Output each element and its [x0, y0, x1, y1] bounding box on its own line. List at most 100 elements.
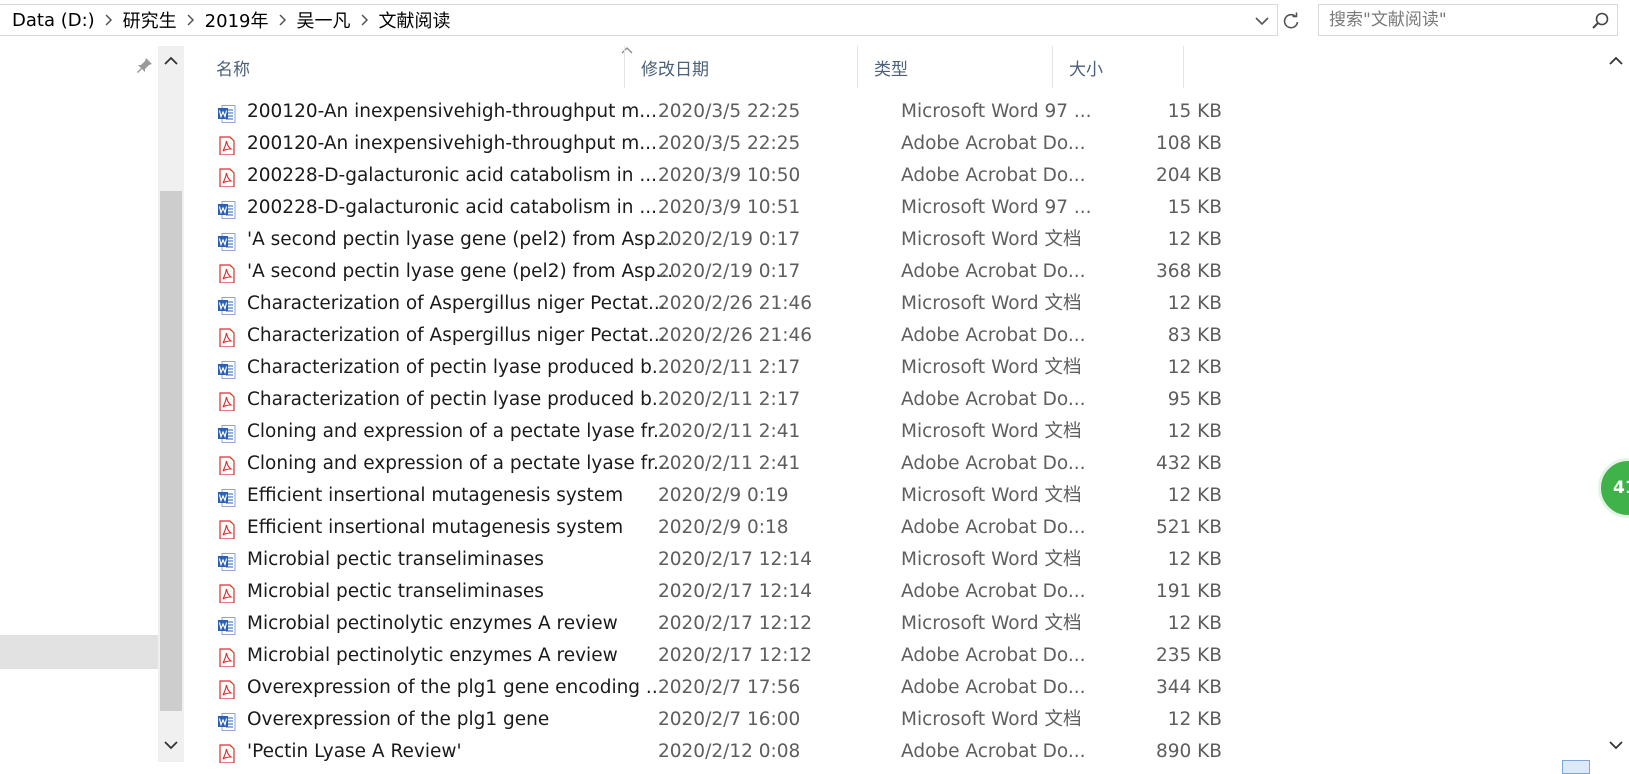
pdf-icon — [217, 519, 237, 539]
word-doc-icon — [217, 103, 237, 123]
file-row[interactable]: Efficient insertional mutagenesis system… — [200, 512, 1232, 544]
word-doc-icon — [217, 295, 237, 315]
file-type: Microsoft Word 文档 — [901, 421, 1082, 442]
file-type: Microsoft Word 文档 — [901, 613, 1082, 634]
search-box[interactable] — [1318, 4, 1618, 36]
file-list: 200120-An inexpensivehigh-throughput m..… — [200, 96, 1232, 768]
chevron-up-icon[interactable] — [1607, 52, 1625, 70]
file-size: 12 KB — [1167, 549, 1222, 570]
file-row[interactable]: Microbial pectinolytic enzymes A review 2… — [200, 640, 1232, 672]
breadcrumb: Data (D:) 研究生 2019年 吴一凡 文献阅读 — [12, 5, 450, 35]
file-row[interactable]: 'Pectin Lyase A Review' 2020/2/12 0:08 Ado… — [200, 736, 1232, 768]
breadcrumb-item[interactable]: 2019年 — [205, 7, 269, 33]
file-size: 12 KB — [1167, 421, 1222, 442]
file-date-modified: 2020/2/12 0:08 — [658, 741, 801, 762]
column-header-name[interactable]: 名称 — [200, 46, 624, 88]
file-date-modified: 2020/2/7 16:00 — [658, 709, 801, 730]
word-doc-icon — [217, 487, 237, 507]
address-bar[interactable]: Data (D:) 研究生 2019年 吴一凡 文献阅读 — [0, 4, 1299, 36]
file-size: 12 KB — [1167, 485, 1222, 506]
file-date-modified: 2020/2/26 21:46 — [658, 325, 813, 346]
file-row[interactable]: Characterization of pectin lyase produce… — [200, 384, 1232, 416]
pdf-icon — [217, 167, 237, 187]
pdf-icon — [217, 583, 237, 603]
pdf-icon — [217, 455, 237, 475]
breadcrumb-item[interactable]: 研究生 — [123, 7, 177, 33]
breadcrumb-item[interactable]: Data (D:) — [12, 10, 95, 31]
file-size: 191 KB — [1155, 581, 1222, 602]
file-row[interactable]: Cloning and expression of a pectate lyas… — [200, 416, 1232, 448]
file-row[interactable]: 200228-D-galacturonic acid catabolism in… — [200, 160, 1232, 192]
navigation-pane[interactable] — [0, 46, 158, 762]
file-row[interactable]: Microbial pectic transeliminases 2020/2/1… — [200, 576, 1232, 608]
pdf-icon — [217, 327, 237, 347]
file-row[interactable]: Cloning and expression of a pectate lyas… — [200, 448, 1232, 480]
file-size: 368 KB — [1155, 261, 1222, 282]
nav-item-selected[interactable] — [0, 635, 158, 669]
file-row[interactable]: Microbial pectinolytic enzymes A review 2… — [200, 608, 1232, 640]
file-date-modified: 2020/3/5 22:25 — [658, 133, 801, 154]
file-type: Microsoft Word 文档 — [901, 485, 1082, 506]
details-view-button[interactable] — [1562, 760, 1590, 774]
pin-icon[interactable] — [136, 56, 154, 74]
file-row[interactable]: 200120-An inexpensivehigh-throughput m..… — [200, 128, 1232, 160]
column-divider[interactable] — [1183, 46, 1184, 88]
search-input[interactable] — [1319, 5, 1579, 35]
refresh-icon[interactable] — [1281, 11, 1301, 31]
file-date-modified: 2020/2/7 17:56 — [658, 677, 801, 698]
pdf-icon — [217, 647, 237, 667]
file-type: Microsoft Word 文档 — [901, 549, 1082, 570]
file-date-modified: 2020/2/9 0:19 — [658, 485, 789, 506]
breadcrumb-item[interactable]: 吴一凡 — [296, 7, 350, 33]
file-row[interactable]: 'A second pectin lyase gene (pel2) from … — [200, 256, 1232, 288]
chevron-down-icon[interactable] — [162, 736, 180, 754]
file-type: Adobe Acrobat Do... — [901, 645, 1086, 666]
file-type: Adobe Acrobat Do... — [901, 325, 1086, 346]
file-row[interactable]: 200228-D-galacturonic acid catabolism in… — [200, 192, 1232, 224]
column-header-date[interactable]: 修改日期 — [625, 46, 857, 88]
file-type: Microsoft Word 文档 — [901, 357, 1082, 378]
breadcrumb-item[interactable]: 文献阅读 — [378, 7, 450, 33]
file-row[interactable]: 'A second pectin lyase gene (pel2) from … — [200, 224, 1232, 256]
file-row[interactable]: Overexpression of the plg1 gene 2020/2/7 … — [200, 704, 1232, 736]
file-row[interactable]: Microbial pectic transeliminases 2020/2/1… — [200, 544, 1232, 576]
search-icon[interactable] — [1591, 11, 1611, 31]
chevron-right-icon[interactable] — [95, 14, 123, 26]
file-type: Adobe Acrobat Do... — [901, 133, 1086, 154]
large-icons-view-button[interactable] — [1594, 760, 1618, 774]
file-type: Adobe Acrobat Do... — [901, 741, 1086, 762]
file-row[interactable]: Characterization of Aspergillus niger Pe… — [200, 288, 1232, 320]
file-date-modified: 2020/2/19 0:17 — [658, 261, 801, 282]
chevron-right-icon[interactable] — [177, 14, 205, 26]
nav-scrollbar[interactable] — [158, 46, 184, 762]
file-row[interactable]: Overexpression of the plg1 gene encoding… — [200, 672, 1232, 704]
pdf-icon — [217, 391, 237, 411]
chevron-right-icon[interactable] — [350, 14, 378, 26]
nav-scrollbar-thumb[interactable] — [160, 191, 182, 711]
file-size: 432 KB — [1155, 453, 1222, 474]
chevron-up-icon[interactable] — [162, 52, 180, 70]
file-list-scrollbar[interactable] — [1604, 46, 1629, 762]
file-row[interactable]: Characterization of pectin lyase produce… — [200, 352, 1232, 384]
file-row[interactable]: Efficient insertional mutagenesis system… — [200, 480, 1232, 512]
file-row[interactable]: 200120-An inexpensivehigh-throughput m..… — [200, 96, 1232, 128]
file-date-modified: 2020/2/11 2:17 — [658, 357, 801, 378]
pdf-icon — [217, 135, 237, 155]
chevron-down-icon[interactable] — [1607, 736, 1625, 754]
floating-badge[interactable]: 41 — [1598, 458, 1629, 518]
file-row[interactable]: Characterization of Aspergillus niger Pe… — [200, 320, 1232, 352]
chevron-right-icon[interactable] — [268, 14, 296, 26]
column-header-type[interactable]: 类型 — [858, 46, 1052, 88]
file-size: 890 KB — [1155, 741, 1222, 762]
file-type: Microsoft Word 文档 — [901, 709, 1082, 730]
file-size: 204 KB — [1155, 165, 1222, 186]
column-header-size[interactable]: 大小 — [1053, 46, 1183, 88]
file-type: Microsoft Word 文档 — [901, 229, 1082, 250]
file-date-modified: 2020/3/9 10:51 — [658, 197, 801, 218]
chevron-down-icon[interactable] — [1254, 13, 1270, 29]
word-doc-icon — [217, 551, 237, 571]
file-size: 521 KB — [1155, 517, 1222, 538]
file-size: 95 KB — [1167, 389, 1222, 410]
file-size: 12 KB — [1167, 709, 1222, 730]
file-size: 12 KB — [1167, 357, 1222, 378]
